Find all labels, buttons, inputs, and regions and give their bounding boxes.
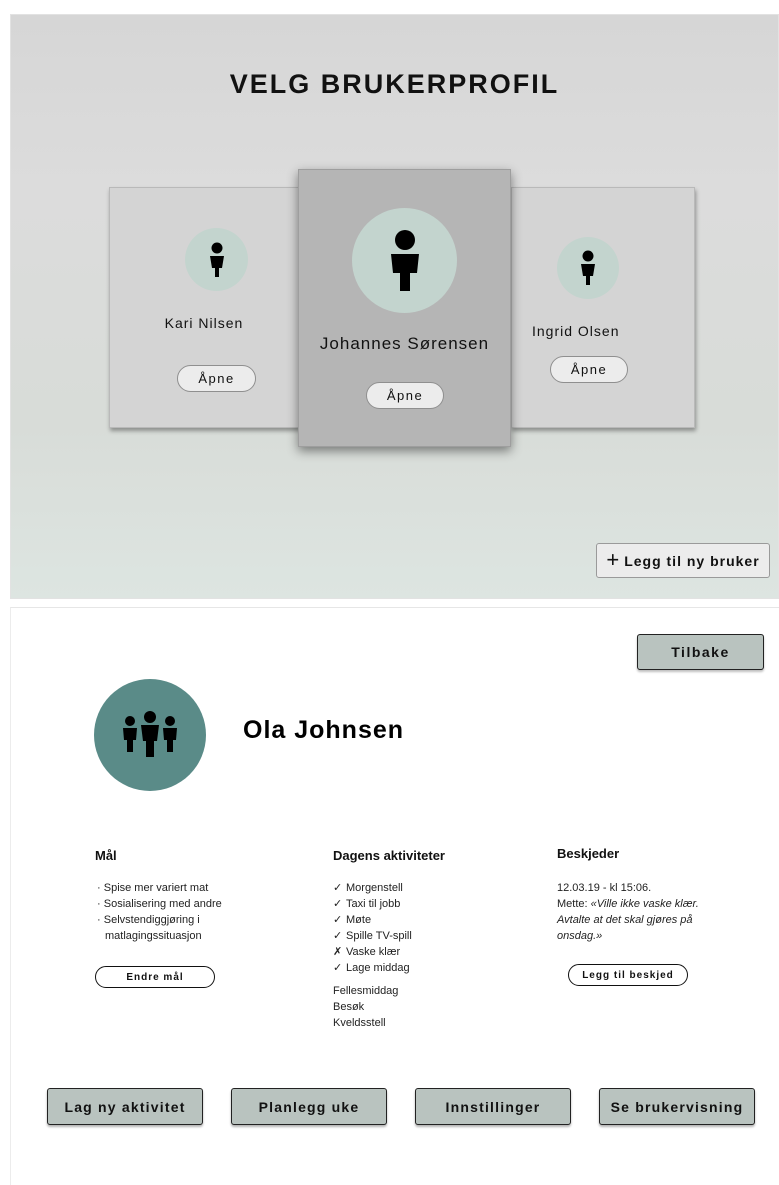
avatar	[352, 208, 457, 313]
edit-goals-button[interactable]: Endre mål	[95, 966, 215, 988]
profile-name: Johannes Sørensen	[319, 334, 490, 353]
check-icon: ✓	[333, 882, 343, 894]
list-item: ✓ Taxi til jobb	[333, 898, 401, 910]
list-item: ✓ Lage middag	[333, 962, 410, 974]
settings-button[interactable]: Innstillinger	[415, 1088, 571, 1125]
list-item: Fellesmiddag	[333, 985, 399, 997]
open-profile-button[interactable]: Åpne	[177, 365, 256, 392]
open-profile-button[interactable]: Åpne	[366, 382, 444, 409]
back-button[interactable]: Tilbake	[637, 634, 764, 670]
list-item: ✓ Morgenstell	[333, 882, 403, 894]
activities-heading: Dagens aktiviteter	[333, 848, 445, 863]
list-item: Sosialisering med andre	[95, 896, 295, 912]
user-view-button[interactable]: Se brukervisning	[599, 1088, 755, 1125]
profile-card-ingrid[interactable]: Ingrid Olsen Åpne	[511, 187, 695, 428]
goals-heading: Mål	[95, 848, 117, 863]
message-timestamp: 12.03.19 - kl 15:06.	[557, 882, 652, 894]
group-icon	[123, 711, 177, 757]
goals-list: Spise mer variert mat Sosialisering med …	[95, 880, 295, 944]
check-icon: ✓	[333, 930, 343, 942]
open-profile-button[interactable]: Åpne	[550, 356, 628, 383]
list-item: Besøk	[333, 1001, 365, 1013]
plan-week-button[interactable]: Planlegg uke	[231, 1088, 387, 1125]
check-icon: ✓	[333, 914, 343, 926]
avatar	[557, 237, 619, 299]
person-icon	[390, 229, 419, 291]
profile-card-kari[interactable]: Kari Nilsen Åpne	[109, 187, 299, 428]
add-user-label: Legg til ny bruker	[624, 552, 760, 569]
list-item: Kveldsstell	[333, 1017, 386, 1029]
add-message-button[interactable]: Legg til beskjed	[568, 964, 688, 986]
messages-heading: Beskjeder	[557, 846, 620, 861]
check-icon: ✓	[333, 962, 343, 974]
add-user-button[interactable]: + Legg til ny bruker	[596, 543, 770, 578]
list-item: ✓ Møte	[333, 914, 372, 926]
user-name: Ola Johnsen	[243, 716, 405, 744]
person-icon	[581, 250, 595, 285]
plus-icon: +	[606, 546, 621, 572]
upcoming-activities-list: Fellesmiddag Besøk Kveldsstell	[333, 983, 398, 1031]
check-icon: ✓	[333, 898, 343, 910]
message-entry: 12.03.19 - kl 15:06. Mette: «Ville ikke …	[557, 880, 722, 944]
avatar	[185, 228, 248, 291]
user-overview-panel: Tilbake Ola Johnsen Mål Spise mer varier…	[10, 607, 779, 1185]
list-item: Spise mer variert mat	[95, 880, 295, 896]
person-icon	[209, 242, 224, 277]
list-item: ✗ Vaske klær	[333, 946, 401, 958]
activities-list: ✓ Morgenstell ✓ Taxi til jobb ✓ Møte ✓ Spill…	[333, 880, 412, 976]
profile-card-johannes[interactable]: Johannes Sørensen Åpne	[298, 169, 511, 447]
list-item: ✓ Spille TV-spill	[333, 930, 412, 942]
page-title: VELG BRUKERPROFIL	[229, 69, 560, 99]
list-item: Selvstendiggjøring i matlagingssituasjon	[95, 912, 295, 944]
message-author: Mette:	[557, 898, 588, 910]
cross-icon: ✗	[333, 946, 343, 958]
new-activity-button[interactable]: Lag ny aktivitet	[47, 1088, 203, 1125]
profile-name: Ingrid Olsen	[532, 323, 620, 339]
profile-name: Kari Nilsen	[164, 315, 244, 331]
profile-selection-panel: VELG BRUKERPROFIL Kari Nilsen Åpne Johan…	[10, 14, 779, 599]
avatar	[94, 679, 206, 791]
